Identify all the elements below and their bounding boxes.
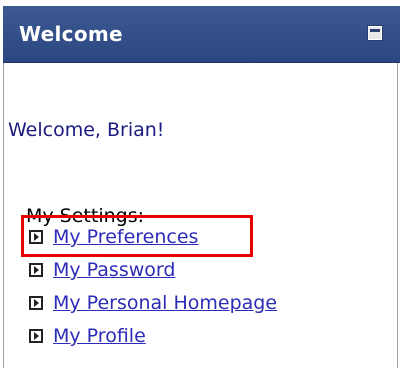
- personal-homepage-link[interactable]: My Personal Homepage: [53, 292, 277, 314]
- settings-link-profile[interactable]: My Profile: [29, 323, 146, 349]
- highlight-box: [21, 215, 253, 257]
- minimize-icon[interactable]: [368, 26, 382, 40]
- settings-link-homepage[interactable]: My Personal Homepage: [29, 290, 277, 316]
- settings-link-password[interactable]: My Password: [29, 257, 175, 283]
- profile-link[interactable]: My Profile: [53, 325, 146, 347]
- portlet-titlebar: Welcome: [3, 6, 400, 63]
- password-link[interactable]: My Password: [53, 259, 175, 281]
- welcome-portlet: Welcome Welcome, Brian! My Settings: My …: [3, 6, 400, 368]
- welcome-message: Welcome, Brian!: [8, 119, 165, 141]
- arrow-box-icon: [29, 296, 43, 310]
- arrow-box-icon: [29, 329, 43, 343]
- portlet-title: Welcome: [19, 22, 123, 46]
- arrow-box-icon: [29, 263, 43, 277]
